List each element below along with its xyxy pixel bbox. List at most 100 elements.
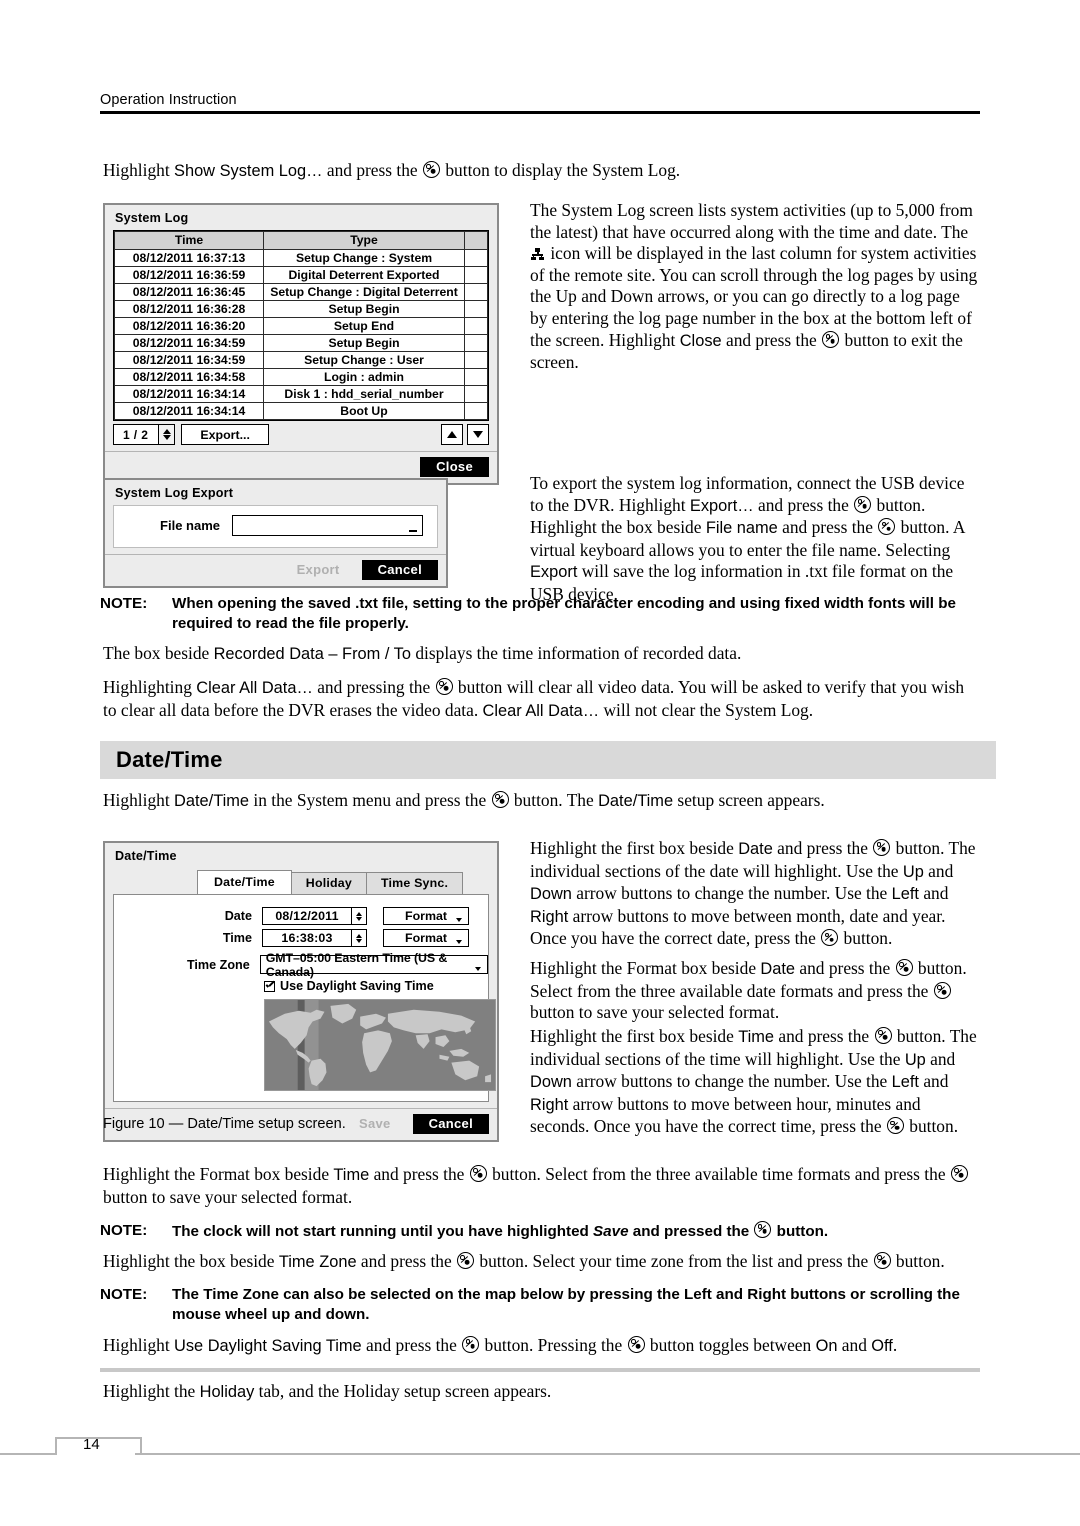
arrow-down-icon: [473, 431, 483, 438]
clear-a: Highlighting: [103, 677, 197, 697]
enter-key-icon: [491, 791, 509, 808]
clear-d: will not clear the System Log.: [599, 699, 814, 720]
header-rule: [100, 111, 980, 114]
note2-after: button.: [772, 1223, 829, 1240]
log-scroll-down-button[interactable]: [467, 424, 489, 445]
tab-time-sync[interactable]: Time Sync.: [365, 872, 464, 894]
datetime-cancel-button[interactable]: Cancel: [412, 1114, 489, 1134]
enter-key-icon: [874, 1027, 892, 1044]
log-page-spinner[interactable]: [158, 425, 175, 444]
dt-intro-a: Highlight: [103, 790, 175, 810]
enter-key-icon: [933, 981, 951, 999]
page-number: 14: [83, 1436, 100, 1453]
enter-key-icon: [895, 959, 913, 976]
hol-holiday-label: Holiday: [199, 1383, 255, 1401]
date-spinner[interactable]: [351, 908, 366, 924]
log-export-button[interactable]: Export...: [181, 424, 269, 445]
table-row[interactable]: 08/12/2011 16:34:59 Setup Change : User: [114, 351, 488, 369]
log-time-cell: 08/12/2011 16:34:59: [114, 351, 264, 369]
log-desc-close-label: Close: [679, 331, 722, 350]
log-type-cell: Setup Change : User: [263, 351, 465, 369]
export-cancel-button[interactable]: Cancel: [361, 560, 438, 580]
timezone-value: GMT–05:00 Eastern Time (US & Canada): [265, 950, 448, 979]
file-name-input[interactable]: [232, 515, 423, 536]
timezone-row: Time Zone GMT–05:00 Eastern Time (US & C…: [114, 951, 488, 979]
log-scroll-up-button[interactable]: [441, 424, 463, 445]
dst-a: Highlight: [103, 1335, 175, 1355]
log-remote-flag-cell: [464, 300, 488, 318]
column-header-type: Type: [263, 231, 465, 250]
time-format-button[interactable]: Format: [383, 929, 469, 947]
date-format-label: Format: [405, 909, 447, 923]
remote-site-network-icon: [531, 248, 544, 261]
section-heading-datetime: Date/Time: [100, 741, 996, 779]
date-format-paragraph: Highlight the Format box beside Date and…: [530, 958, 979, 1035]
datetime-dialog: Date/Time Date/Time Holiday Time Sync. D…: [103, 841, 499, 1142]
time-p-time-label: Time: [738, 1028, 775, 1046]
time-p-d: and: [925, 1048, 956, 1069]
enter-key-icon: [822, 330, 840, 348]
spinner-up-icon: [162, 428, 171, 434]
time-p-right-label: Right: [530, 1095, 569, 1114]
time-spinner[interactable]: [351, 930, 366, 946]
table-row[interactable]: 08/12/2011 16:34:58 Login : admin: [114, 368, 488, 386]
date-p-left-label: Left: [891, 885, 919, 904]
date-value-field[interactable]: 08/12/2011: [262, 907, 367, 925]
log-time-cell: 08/12/2011 16:34:14: [114, 402, 264, 420]
date-p-h: button.: [839, 928, 893, 949]
table-row[interactable]: 08/12/2011 16:37:13 Setup Change : System: [114, 249, 488, 267]
intro-text-pre: Highlight: [103, 160, 175, 180]
time-p-f: and: [918, 1071, 949, 1092]
log-page-stepper[interactable]: 1 / 2: [113, 424, 176, 445]
daylight-saving-row[interactable]: Use Daylight Saving Time: [264, 979, 488, 993]
holiday-paragraph: Highlight the Holiday tab, and the Holid…: [103, 1381, 979, 1415]
enter-key-icon: [469, 1165, 487, 1182]
datetime-save-button[interactable]: Save: [343, 1114, 407, 1134]
tfmt-c: button. Select from the three available …: [487, 1164, 950, 1184]
log-desc-part1: The System Log screen lists system activ…: [530, 200, 973, 242]
log-time-cell: 08/12/2011 16:36:45: [114, 283, 264, 301]
export-dialog-title: System Log Export: [115, 486, 234, 500]
table-row[interactable]: 08/12/2011 16:34:14 Disk 1 : hdd_serial_n…: [114, 385, 488, 403]
table-row[interactable]: 08/12/2011 16:34:14 Boot Up: [114, 402, 488, 420]
table-row[interactable]: 08/12/2011 16:36:59 Digital Deterrent Exp…: [114, 266, 488, 284]
table-row[interactable]: 08/12/2011 16:36:20 Setup End: [114, 317, 488, 335]
log-remote-flag-cell: [464, 249, 488, 267]
date-p-up-label: Up: [902, 862, 924, 881]
export-confirm-button[interactable]: Export: [280, 560, 356, 580]
timezone-select[interactable]: GMT–05:00 Eastern Time (US & Canada): [259, 951, 488, 979]
enter-key-icon: [457, 1252, 475, 1269]
tfmt-time-label: Time: [333, 1166, 370, 1184]
enter-key-icon: [873, 1252, 891, 1269]
log-time-cell: 08/12/2011 16:36:28: [114, 300, 264, 318]
system-log-title: System Log: [115, 211, 189, 225]
time-format-label: Format: [405, 931, 447, 945]
log-remote-flag-cell: [464, 334, 488, 352]
log-time-cell: 08/12/2011 16:37:13: [114, 249, 264, 267]
chevron-down-icon: [456, 918, 462, 922]
tz-c: button. Select your time zone from the l…: [475, 1251, 873, 1271]
time-p-left-label: Left: [891, 1073, 919, 1092]
log-desc-part3: and press the: [721, 329, 822, 350]
intro-text-mid: and press the: [322, 160, 423, 180]
tab-date-time[interactable]: Date/Time: [197, 870, 292, 894]
note-label: NOTE:: [100, 1286, 148, 1303]
chevron-down-icon: [475, 967, 481, 971]
world-map[interactable]: [264, 999, 496, 1091]
tab-holiday[interactable]: Holiday: [290, 872, 367, 894]
dt-intro-menu-label: Date/Time: [174, 792, 250, 810]
log-close-button[interactable]: Close: [420, 457, 489, 477]
enter-key-icon: [627, 1336, 645, 1353]
table-row[interactable]: 08/12/2011 16:36:45 Setup Change : Digita…: [114, 283, 488, 301]
date-row: Date 08/12/2011 Format: [114, 907, 488, 925]
spinner-down-icon: [356, 938, 362, 943]
time-value-field[interactable]: 16:38:03: [262, 929, 367, 947]
table-row[interactable]: 08/12/2011 16:34:59 Setup Begin: [114, 334, 488, 352]
export-dialog-body: File name: [113, 505, 438, 548]
table-row[interactable]: 08/12/2011 16:36:28 Setup Begin: [114, 300, 488, 318]
figure-caption: Figure 10 — Date/Time setup screen.: [103, 1116, 346, 1132]
daylight-saving-checkbox[interactable]: [264, 980, 275, 992]
recorded-b: displays the time information of recorde…: [410, 643, 742, 663]
date-format-button[interactable]: Format: [383, 907, 469, 925]
note-text: The clock will not start running until y…: [172, 1221, 980, 1242]
